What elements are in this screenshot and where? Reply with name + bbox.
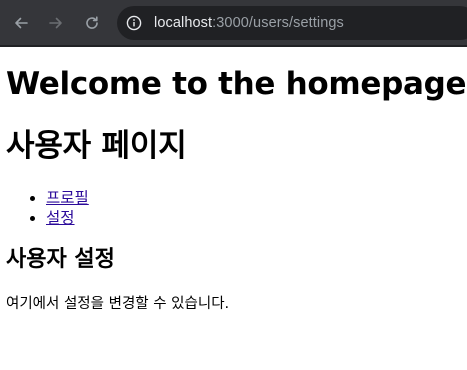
back-button[interactable] (11, 13, 31, 33)
forward-arrow-icon (48, 15, 64, 31)
reload-button[interactable] (82, 13, 102, 33)
page-content: Welcome to the homepage 사용자 페이지 프로필 설정 사… (0, 47, 467, 370)
list-item: 설정 (46, 208, 89, 228)
settings-section-title: 사용자 설정 (6, 247, 115, 272)
user-nav-list: 프로필 설정 (6, 188, 89, 228)
settings-description: 여기에서 설정을 변경할 수 있습니다. (6, 296, 230, 312)
info-icon[interactable] (126, 15, 142, 31)
settings-link[interactable]: 설정 (46, 209, 75, 227)
user-page-heading: 사용자 페이지 (6, 128, 187, 164)
browser-toolbar: localhost:3000/users/settings (0, 0, 467, 47)
address-bar[interactable]: localhost:3000/users/settings (117, 6, 467, 40)
reload-icon (84, 15, 100, 31)
list-item: 프로필 (46, 188, 89, 208)
back-arrow-icon (13, 15, 29, 31)
profile-link[interactable]: 프로필 (46, 189, 89, 207)
url-path: :3000/users/settings (212, 15, 344, 31)
welcome-heading: Welcome to the homepage (6, 66, 467, 102)
forward-button[interactable] (46, 13, 66, 33)
url-host: localhost (154, 15, 213, 31)
url-text[interactable]: localhost:3000/users/settings (154, 15, 344, 31)
